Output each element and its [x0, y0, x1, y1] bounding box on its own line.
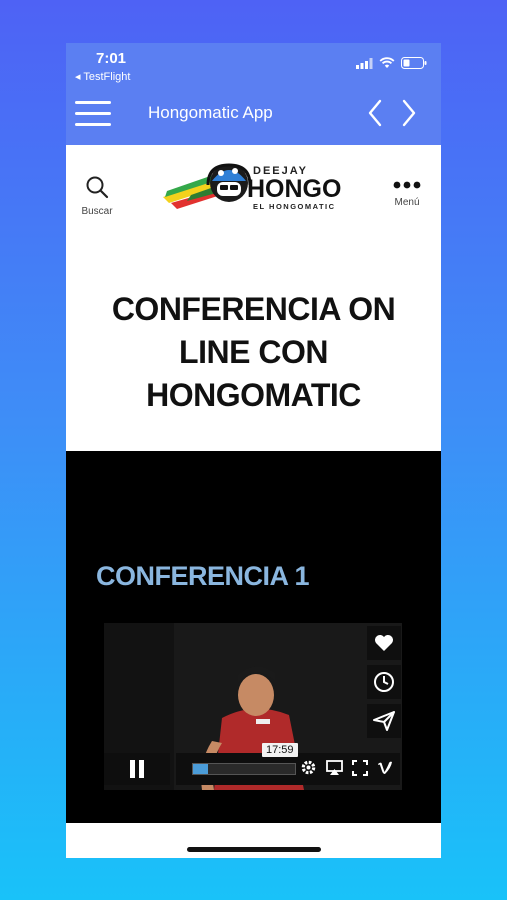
clock-icon	[374, 672, 394, 692]
control-icons	[300, 759, 393, 776]
search-button[interactable]: Buscar	[78, 175, 116, 217]
page-title-line-2: LINE CON	[179, 334, 328, 370]
conference-section: CONFERENCIA 1 17:59	[66, 451, 441, 823]
back-to-app-link[interactable]: ◂ TestFlight	[75, 70, 130, 83]
more-dots-icon	[393, 181, 421, 189]
back-chevron-icon[interactable]	[367, 99, 383, 127]
app-screen: 7:01 ◂ TestFlight Hongomatic App Buscar	[66, 43, 441, 858]
status-bar: 7:01 ◂ TestFlight	[66, 43, 441, 85]
menu-button[interactable]: Menú	[389, 177, 425, 208]
pause-icon	[130, 760, 144, 778]
site-header: Buscar DEEJAY HONGO EL HONGOMATIC Menú	[66, 145, 441, 245]
video-player[interactable]: 17:59	[104, 623, 402, 790]
deejay-hongo-logo[interactable]: DEEJAY HONGO EL HONGOMATIC	[161, 161, 351, 213]
signal-icon	[356, 57, 373, 69]
app-title: Hongomatic App	[148, 103, 273, 122]
share-button[interactable]	[367, 704, 401, 738]
control-bar: 17:59	[176, 743, 400, 785]
progress-bar[interactable]	[192, 763, 296, 775]
home-indicator[interactable]	[187, 847, 321, 852]
video-controls: 17:59	[104, 743, 402, 790]
status-time: 7:01	[96, 50, 127, 67]
forward-chevron-icon[interactable]	[401, 99, 417, 127]
progress-fill	[193, 764, 209, 774]
fullscreen-icon[interactable]	[352, 759, 368, 776]
wifi-icon	[379, 57, 395, 68]
logo-hongo-text: HONGO	[247, 175, 341, 203]
vimeo-logo-icon[interactable]	[377, 760, 393, 775]
like-button[interactable]	[367, 626, 401, 660]
heart-icon	[375, 635, 393, 651]
logo-subtitle-text: EL HONGOMATIC	[253, 202, 336, 211]
page-title-line-3: HONGOMATIC	[146, 377, 361, 413]
page-title-line-1: CONFERENCIA ON	[111, 291, 396, 327]
send-icon	[373, 711, 395, 731]
section-heading: CONFERENCIA 1	[96, 561, 310, 591]
search-icon	[86, 176, 109, 199]
hamburger-menu-icon[interactable]	[75, 101, 111, 127]
system-icons	[356, 57, 427, 69]
airplay-icon[interactable]	[326, 759, 343, 776]
page-footer-strip	[66, 823, 441, 858]
menu-label: Menú	[394, 197, 420, 208]
search-label: Buscar	[81, 206, 113, 217]
time-tooltip: 17:59	[262, 743, 298, 757]
settings-gear-icon[interactable]	[300, 759, 317, 776]
battery-icon	[401, 57, 427, 69]
watch-later-button[interactable]	[367, 665, 401, 699]
page-title: CONFERENCIA ON LINE CON HONGOMATIC	[66, 288, 441, 417]
pause-button[interactable]	[104, 753, 170, 785]
app-nav-bar: Hongomatic App	[66, 85, 441, 145]
